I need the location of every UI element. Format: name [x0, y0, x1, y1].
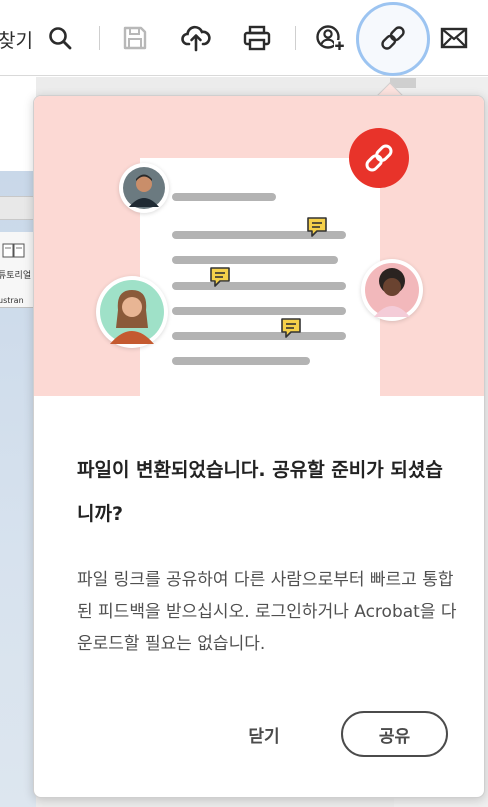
upload-button[interactable] — [176, 18, 216, 58]
save-icon — [123, 26, 147, 50]
toolbar-separator — [295, 26, 296, 50]
text-line — [172, 332, 346, 340]
popover-title: 파일이 변환되었습니다. 공유할 준비가 되셨습니까? — [77, 459, 443, 525]
comment-icon — [307, 217, 327, 237]
cloud-upload-icon — [181, 25, 211, 52]
toolbar-separator — [99, 26, 100, 50]
share-button[interactable]: 공유 — [341, 711, 448, 757]
comment-icon — [281, 318, 301, 338]
person-avatar-icon — [123, 167, 165, 209]
avatar — [361, 259, 423, 321]
add-user-button[interactable] — [310, 18, 350, 58]
comment-icon — [210, 267, 230, 287]
text-line — [172, 282, 346, 290]
add-user-icon — [316, 25, 345, 51]
workspace-panel-top — [0, 77, 36, 171]
popover-description: 파일 링크를 공유하여 다른 사람으로부터 빠르고 통합된 피드백을 받으십시오… — [77, 570, 457, 654]
link-badge — [349, 128, 409, 188]
mail-icon — [440, 27, 468, 49]
tutorial-label: 튜토리얼 — [0, 271, 32, 281]
text-line — [172, 193, 276, 201]
search-button[interactable] — [40, 18, 80, 58]
find-label[interactable]: 찾기 — [0, 26, 33, 53]
save-button[interactable] — [115, 18, 155, 58]
close-button[interactable]: 닫기 — [230, 714, 298, 754]
print-button[interactable] — [237, 18, 277, 58]
link-icon — [365, 144, 393, 172]
text-line — [172, 357, 310, 365]
email-button[interactable] — [434, 18, 474, 58]
search-icon — [49, 27, 72, 50]
text-line — [172, 256, 338, 264]
book-icon — [2, 243, 25, 258]
document-illustration — [140, 158, 380, 396]
panel-footer-text: ustran — [0, 296, 24, 305]
share-illustration — [34, 96, 484, 396]
avatar — [119, 163, 169, 213]
avatar — [96, 276, 168, 348]
person-avatar-icon — [100, 280, 164, 344]
top-toolbar: 찾기 — [0, 0, 488, 76]
link-icon — [381, 26, 405, 50]
share-link-popover: 파일이 변환되었습니다. 공유할 준비가 되셨습니까? 파일 링크를 공유하여 … — [33, 95, 485, 798]
person-avatar-icon — [365, 263, 419, 317]
print-icon — [243, 25, 271, 51]
text-line — [172, 307, 346, 315]
left-panel-strip — [0, 196, 36, 220]
share-link-button[interactable] — [373, 18, 413, 58]
